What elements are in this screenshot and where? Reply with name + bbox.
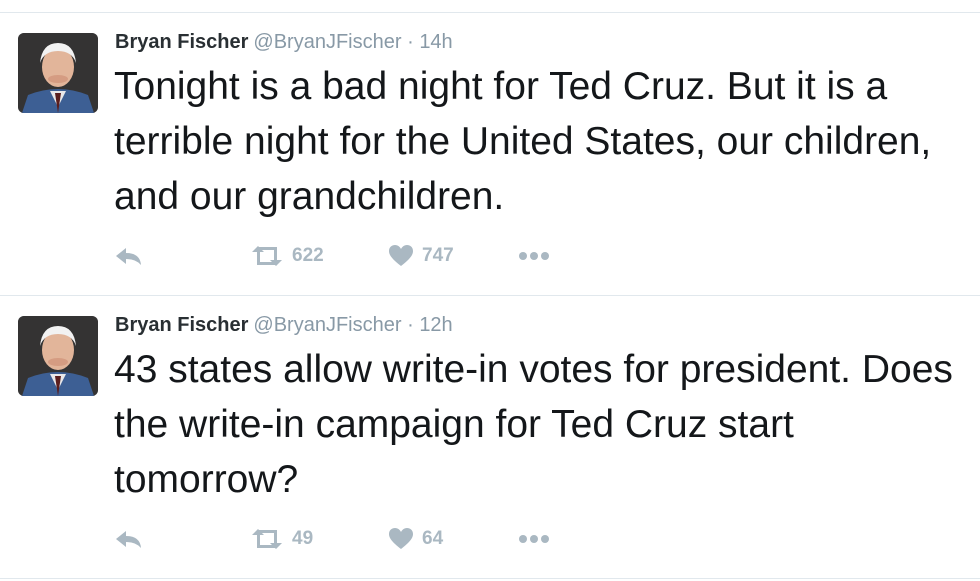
divider [0,578,980,579]
tweet-header: Bryan Fischer @BryanJFischer · 14h [115,31,453,54]
like-button[interactable]: 64 [388,524,443,554]
more-button[interactable] [518,524,550,554]
retweet-count: 49 [292,528,314,549]
more-button[interactable] [518,241,550,271]
retweet-icon [250,527,284,551]
tweet-text: 43 states allow write-in votes for presi… [114,348,953,501]
like-button[interactable]: 747 [388,241,454,271]
avatar[interactable] [18,316,98,396]
retweet-button[interactable]: 49 [250,524,313,554]
reply-icon [114,245,144,267]
author-handle[interactable]: @BryanJFischer [253,31,401,53]
heart-icon [388,244,414,268]
tweet-actions: 622 747 [114,241,714,271]
author-name[interactable]: Bryan Fischer [115,314,248,336]
tweet-header: Bryan Fischer @BryanJFischer · 12h [115,314,453,337]
timestamp[interactable]: 12h [419,314,452,336]
tweet-actions: 49 64 [114,524,714,554]
author-handle[interactable]: @BryanJFischer [253,314,401,336]
avatar[interactable] [18,33,98,113]
retweet-count: 622 [292,245,324,266]
retweet-button[interactable]: 622 [250,241,324,271]
reply-button[interactable] [114,524,144,554]
tweet[interactable]: Bryan Fischer @BryanJFischer · 14h Tonigh… [0,13,980,295]
retweet-icon [250,244,284,268]
more-icon [518,251,550,261]
tweet[interactable]: Bryan Fischer @BryanJFischer · 12h 43 sta… [0,296,980,578]
reply-button[interactable] [114,241,144,271]
like-count: 747 [422,245,454,266]
separator: · [407,31,414,53]
timestamp[interactable]: 14h [419,31,452,53]
tweet-text: Tonight is a bad night for Ted Cruz. But… [114,65,932,218]
separator: · [407,314,414,336]
heart-icon [388,527,414,551]
author-name[interactable]: Bryan Fischer [115,31,248,53]
like-count: 64 [422,528,444,549]
reply-icon [114,528,144,550]
more-icon [518,534,550,544]
timeline: Bryan Fischer @BryanJFischer · 14h Tonigh… [0,0,980,581]
